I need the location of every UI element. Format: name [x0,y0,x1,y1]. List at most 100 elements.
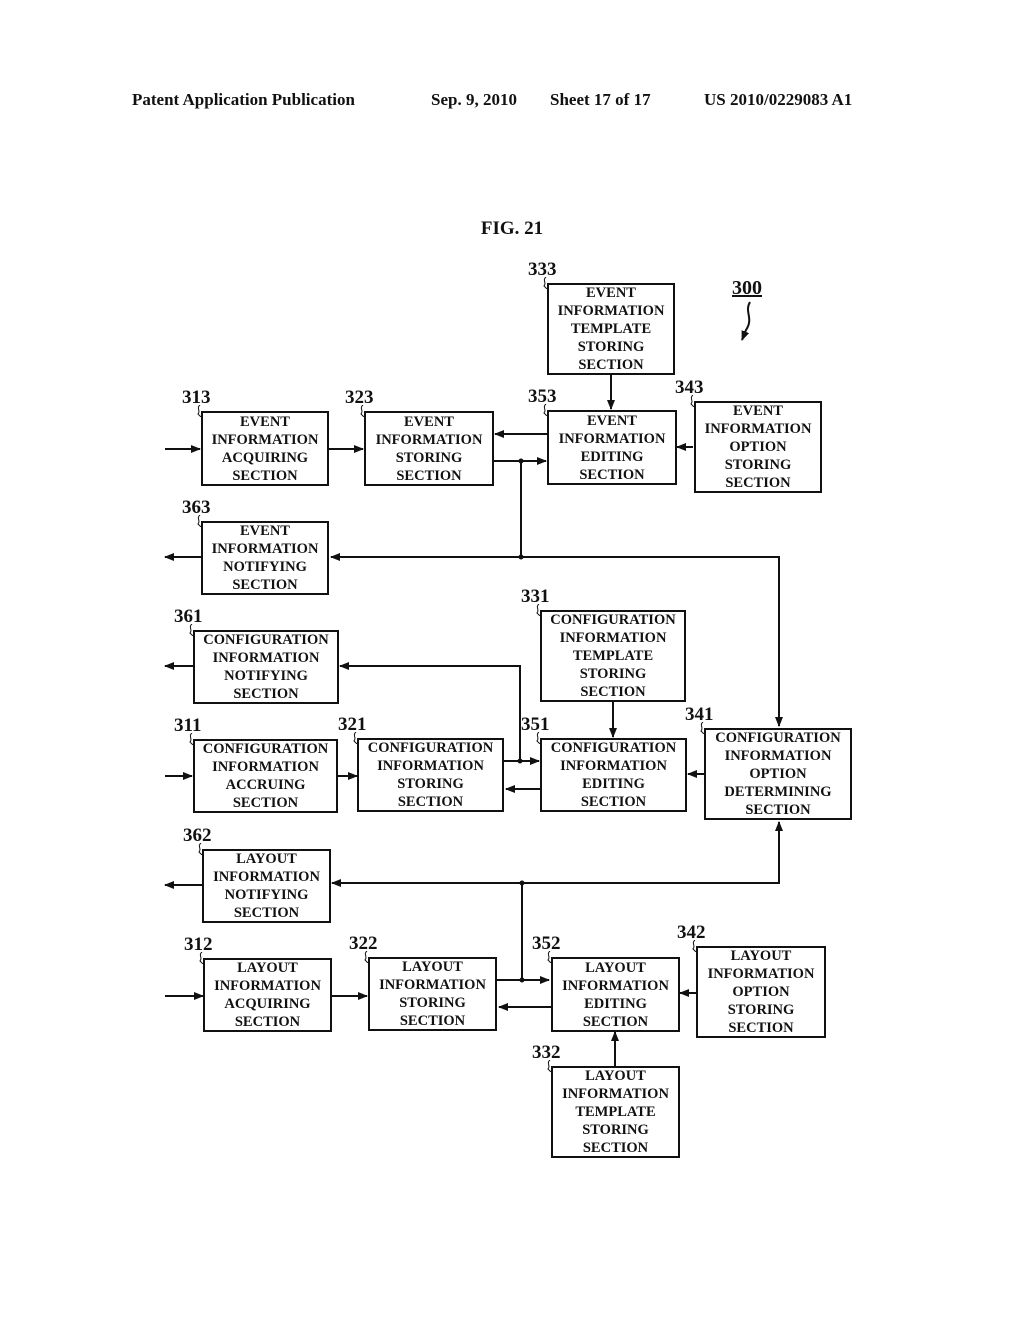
block-label-line: EVENT [240,413,290,430]
block-label-line: STORING [727,1002,795,1018]
block-label-line: INFORMATION [211,431,319,448]
layout-information-notifying-section: LAYOUT INFORMATION NOTIFYING SECTION [202,849,331,923]
block-label-line: SECTION [582,1013,649,1030]
block-label-line: SECTION [396,467,462,484]
block-label-line: SECTION [745,802,811,818]
configuration-information-notifying-section: CONFIGURATION INFORMATION NOTIFYING SECTION [193,630,339,704]
block-label-line: LAYOUT [402,959,463,975]
junction-dot [518,458,524,464]
block-label-line: EVENT [586,285,636,301]
block-label-line: INFORMATION [562,1086,669,1102]
block-label-line: SECTION [232,467,298,484]
block-label-line: LAYOUT [237,960,298,976]
block-label-line: NOTIFYING [224,887,309,903]
block-label-line: TEMPLATE [575,1104,656,1120]
junction-dot [519,880,525,886]
block-label-line: EVENT [404,413,454,430]
block-label-line: EDITING [580,448,644,465]
block-label-line: ACQUIRING [224,996,311,1012]
block-label-line: OPTION [732,984,790,1000]
block-label-line: EDITING [584,995,647,1012]
block-label-line: LAYOUT [585,959,646,976]
block-label-line: CONFIGURATION [367,740,494,756]
block-label-line: EVENT [587,412,637,429]
configuration-information-storing-section: CONFIGURATION INFORMATION STORING SECTION [357,738,504,812]
block-label-line: STORING [397,776,464,792]
layout-information-storing-section: LAYOUT INFORMATION STORING SECTION [368,957,497,1031]
configuration-information-accruing-section: CONFIGURATION INFORMATION ACCRUING SECTION [193,739,338,813]
block-label-line: SECTION [234,1014,301,1030]
block-label-line: LAYOUT [236,851,297,867]
block-label-line: CONFIGURATION [202,741,329,757]
block-label-line: NOTIFYING [224,668,308,684]
block-label-line: EVENT [240,523,290,539]
block-label-line: SECTION [579,466,645,483]
event-information-option-storing-section: EVENT INFORMATION OPTION STORING SECTION [694,401,822,493]
block-label-line: INFORMATION [704,421,812,437]
configuration-information-template-storing-section: CONFIGURATION INFORMATION TEMPLATE STORING S… [540,610,686,702]
block-label-line: INFORMATION [375,431,483,448]
block-label-line: SECTION [399,1013,466,1029]
block-label-line: INFORMATION [559,630,667,646]
block-label-line: INFORMATION [558,430,666,447]
block-label-line: NOTIFYING [223,559,307,575]
configuration-information-editing-section: CONFIGURATION INFORMATION EDITING SECTION [540,738,687,812]
block-label-line: LAYOUT [585,1068,646,1084]
event-information-acquiring-section: EVENT INFORMATION ACQUIRING SECTION [201,411,329,486]
block-label-line: SECTION [578,357,644,373]
block-label-line: OPTION [749,766,807,782]
block-label-line: INFORMATION [560,758,667,774]
block-label-line: INFORMATION [724,748,832,764]
block-label-line: CONFIGURATION [203,632,329,648]
block-label-line: CONFIGURATION [550,740,677,756]
block-label-line: ACCRUING [225,777,306,793]
block-label-line: EVENT [733,403,783,419]
junction-dot [519,977,525,983]
block-label-line: INFORMATION [379,977,486,993]
layout-information-option-storing-section: LAYOUT INFORMATION OPTION STORING SECTION [696,946,826,1038]
block-label-line: EDITING [582,776,645,792]
layout-information-editing-section: LAYOUT INFORMATION EDITING SECTION [551,957,680,1032]
block-label-line: SECTION [580,684,646,700]
block-label-line: SECTION [582,1140,649,1156]
layout-information-template-storing-section: LAYOUT INFORMATION TEMPLATE STORING SECTION [551,1066,680,1158]
block-label-line: OPTION [729,439,787,455]
block-label-line: SECTION [397,794,464,810]
block-label-line: SECTION [232,577,298,593]
block-label-line: SECTION [233,905,300,921]
block-label-line: TEMPLATE [570,321,652,337]
block-label-line: ACQUIRING [221,449,309,466]
event-information-template-storing-section: EVENT INFORMATION TEMPLATE STORING SECTION [547,283,675,375]
block-label-line: LAYOUT [730,948,792,964]
block-label-line: INFORMATION [562,977,669,994]
block-label-line: INFORMATION [707,966,815,982]
block-label-line: CONFIGURATION [550,612,676,628]
block-label-line: INFORMATION [214,978,321,994]
block-label-line: INFORMATION [557,303,665,319]
block-label-line: SECTION [233,686,299,702]
block-label-line: INFORMATION [212,650,320,666]
block-label-line: INFORMATION [213,869,320,885]
block-label-line: SECTION [728,1020,794,1036]
block-label-line: STORING [579,666,647,682]
event-information-notifying-section: EVENT INFORMATION NOTIFYING SECTION [201,521,329,595]
block-label-line: STORING [399,995,466,1011]
block-label-line: INFORMATION [211,541,319,557]
block-label-line: TEMPLATE [572,648,654,664]
connection-lines [164,301,783,1066]
block-label-line: STORING [582,1122,649,1138]
system-pointer-arrow [741,301,751,341]
block-label-line: CONFIGURATION [715,730,841,746]
block-label-line: SECTION [580,794,647,810]
configuration-information-option-determining-section: CONFIGURATION INFORMATION OPTION DETERMININ… [704,728,852,820]
junction-dot [517,758,523,764]
block-label-line: INFORMATION [377,758,484,774]
block-label-line: INFORMATION [212,759,319,775]
layout-information-acquiring-section: LAYOUT INFORMATION ACQUIRING SECTION [203,958,332,1032]
block-label-line: STORING [395,449,463,466]
event-information-storing-section: EVENT INFORMATION STORING SECTION [364,411,494,486]
junction-dot [518,554,524,560]
block-label-line: STORING [724,457,792,473]
block-label-line: DETERMINING [724,784,832,800]
block-label-line: SECTION [725,475,791,491]
